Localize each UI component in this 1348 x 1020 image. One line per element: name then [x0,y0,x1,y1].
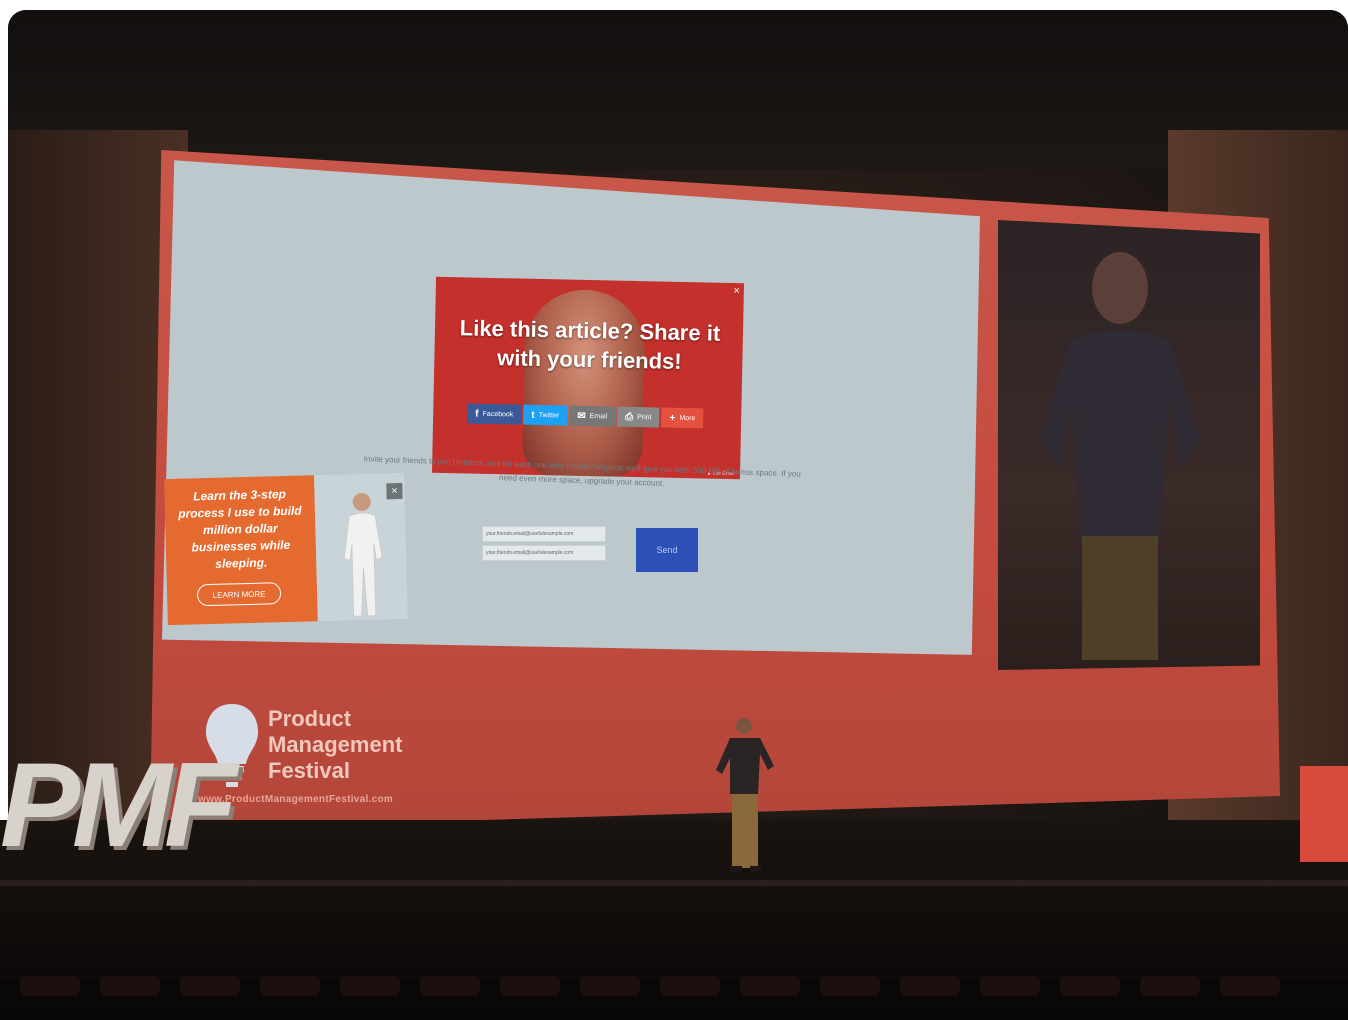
facebook-share-button[interactable]: f Facebook [467,403,522,425]
stage-edge [0,880,1348,886]
more-share-button[interactable]: + More [661,407,704,429]
pmf-stage-letters: PMF [0,738,237,872]
printer-icon: ⎙ [625,411,634,423]
festival-logo: Product Management Festival www.ProductM… [198,700,438,810]
ad-person-illustration [343,493,383,617]
logo-line-management: Management [268,732,403,757]
twitter-share-button[interactable]: t Twitter [523,404,568,426]
popup-title: Like this article? Share it with your fr… [459,315,721,374]
share-buttons: f Facebook t Twitter ✉ Email ⎙ Print + M… [467,403,704,429]
learn-more-button[interactable]: LEARN MORE [196,582,282,607]
share-popup: × Like this article? Share it with your … [431,276,745,480]
ad-panel: Learn the 3-step process I use to build … [164,475,318,626]
ad-close-button[interactable]: × [386,482,403,500]
share-label: More [679,414,696,422]
friend-email-field-1[interactable] [482,526,606,542]
share-label: Twitter [538,411,560,419]
logo-title: Product Management Festival [268,706,402,784]
audience-seats [0,976,1348,1010]
share-label: Print [637,413,652,421]
logo-line-product: Product [268,706,352,731]
logo-line-festival: Festival [268,758,350,783]
email-share-button[interactable]: ✉ Email [569,405,616,427]
speaker-on-stage [716,718,774,872]
podium [1300,766,1348,862]
ceiling [8,10,1348,170]
popup-close-button[interactable]: × [733,285,740,297]
promo-ad-banner: Learn the 3-step process I use to build … [164,472,408,629]
envelope-icon: ✉ [577,410,586,422]
share-label: Email [589,412,608,420]
facebook-icon: f [475,408,479,420]
send-button[interactable]: Send [636,528,698,572]
twitter-icon: t [531,409,535,421]
friend-email-field-2[interactable] [482,545,606,561]
ad-text: Learn the 3-step process I use to build … [178,486,302,571]
share-label: Facebook [482,410,514,418]
plus-icon: + [669,412,676,424]
email-inputs [482,526,606,568]
speaker-on-screen [1040,252,1200,660]
print-share-button[interactable]: ⎙ Print [616,406,660,428]
